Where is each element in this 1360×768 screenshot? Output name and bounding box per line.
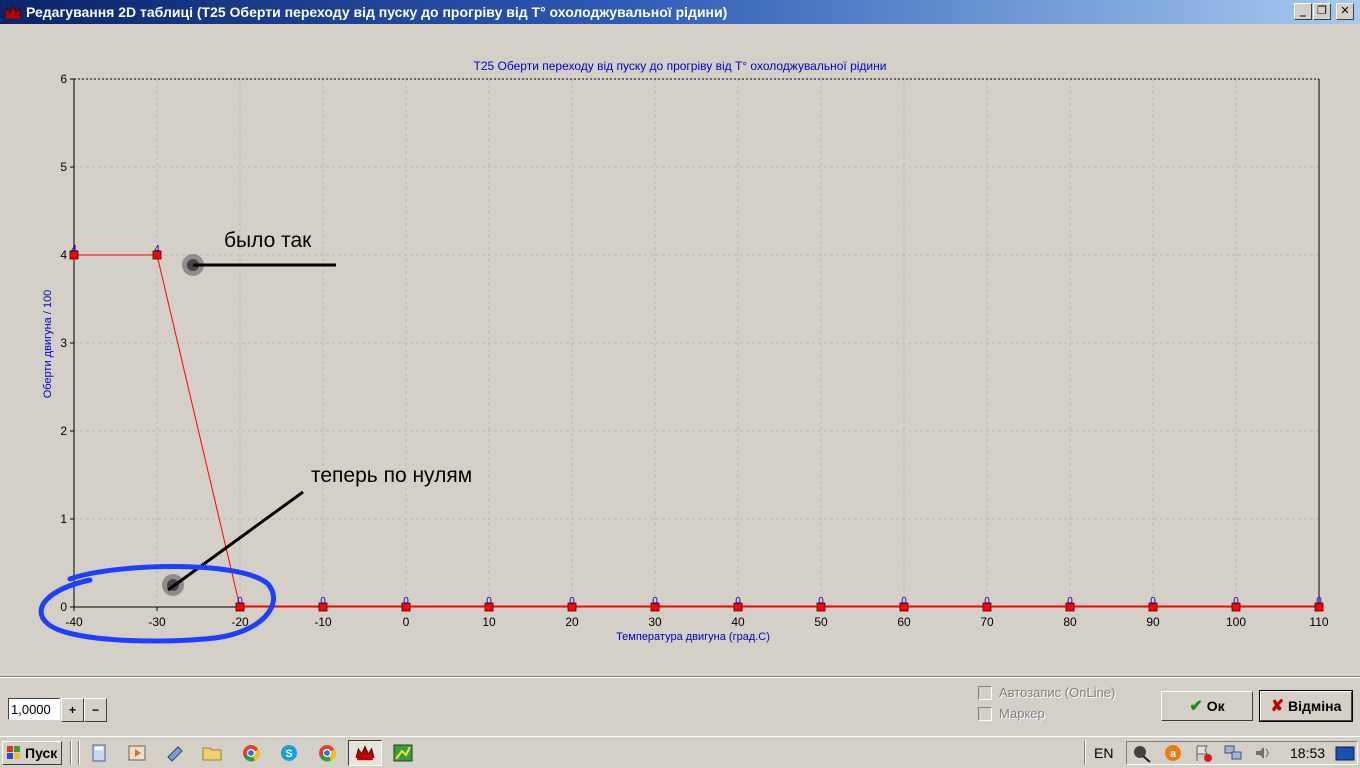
chrome-window-icon[interactable] [316, 743, 338, 763]
cancel-label: Відміна [1288, 698, 1342, 714]
x-axis-label: Температура двигуна (град.С) [616, 631, 770, 643]
data-label: 0 [1067, 596, 1073, 607]
svg-text:a: a [1170, 748, 1177, 760]
close-button[interactable]: ✕ [1336, 3, 1354, 20]
chrome-icon[interactable] [240, 743, 262, 763]
x-icon: ✘ [1270, 698, 1285, 715]
grid [74, 78, 1320, 607]
restore-button[interactable]: ❐ [1313, 3, 1331, 20]
x-tick-label: 110 [1309, 615, 1328, 629]
data-label: 0 [1233, 596, 1239, 607]
language-indicator[interactable]: EN [1094, 745, 1113, 761]
media-player-icon[interactable] [126, 743, 148, 763]
x-tick-label: 40 [731, 615, 745, 629]
checkmark-icon: ✔ [1189, 698, 1203, 715]
data-label: 0 [486, 596, 492, 607]
app-crown-icon [355, 745, 375, 761]
data-label: 0 [735, 596, 741, 607]
window-title: Редагування 2D таблиці (T25 Оберти перех… [26, 4, 728, 20]
chart-title: T25 Оберти переходу від пуску до прогрів… [474, 59, 887, 73]
ok-label: Ок [1206, 698, 1225, 714]
active-app-task[interactable] [348, 740, 382, 766]
folder-icon[interactable] [201, 743, 223, 763]
taskbar-separator [1084, 741, 1086, 765]
chart-area[interactable]: -40 -30 -20 -10 0 10 20 30 40 50 60 70 80 90 100 110 0 1 2… [0, 24, 1360, 674]
minimize-button[interactable]: _ [1294, 3, 1312, 20]
data-label: 0 [320, 596, 326, 607]
y-tick-label: 4 [60, 248, 67, 262]
data-label: 0 [403, 596, 409, 607]
x-tick-label: 20 [565, 615, 579, 629]
x-tick-label: 0 [403, 615, 410, 629]
map-app-icon[interactable] [392, 743, 414, 763]
x-tick-label: 30 [648, 615, 662, 629]
data-label: 0 [652, 596, 658, 607]
show-desktop-icon[interactable] [1334, 743, 1356, 763]
annotation-line-after [167, 490, 304, 592]
y-tick-label: 6 [60, 72, 67, 86]
svg-text:S: S [285, 748, 292, 760]
start-label: Пуск [25, 745, 58, 761]
step-input[interactable] [8, 698, 60, 720]
annotations: было так теперь по нулям [38, 229, 472, 644]
line-chart[interactable]: -40 -30 -20 -10 0 10 20 30 40 50 60 70 80 90 100 110012… [0, 24, 1360, 674]
y-tick-label: 2 [60, 424, 67, 438]
marker-label: Маркер [999, 706, 1045, 721]
data-label: 4 [154, 244, 160, 255]
windows-flag-icon [7, 746, 20, 759]
data-label: 0 [237, 596, 243, 607]
x-tick-label: 60 [897, 615, 911, 629]
x-tick-label: 80 [1063, 615, 1077, 629]
avast-icon[interactable]: a [1162, 743, 1184, 763]
y-tick-label: 3 [60, 336, 67, 350]
app-crown-icon [4, 4, 22, 19]
x-tick-label: -30 [148, 615, 166, 629]
shortcut-icon[interactable] [164, 743, 186, 763]
clock: 18:53 [1290, 745, 1326, 761]
taskbar-separator [70, 741, 72, 765]
data-label: 0 [1150, 596, 1156, 607]
increase-button[interactable]: + [61, 698, 84, 722]
volume-icon[interactable] [1252, 743, 1274, 763]
data-label: 0 [984, 596, 990, 607]
x-tick-label: 10 [482, 615, 496, 629]
annotation-before-text: было так [224, 229, 312, 252]
annotation-after-text: теперь по нулям [311, 464, 472, 487]
series [69, 250, 1324, 612]
start-button[interactable]: Пуск [2, 741, 62, 765]
y-tick-label: 5 [60, 160, 67, 174]
autosave-checkbox[interactable] [978, 686, 992, 700]
x-tick-label: -40 [65, 615, 83, 629]
flag-error-icon[interactable] [1192, 743, 1214, 763]
y-tick-label: 0 [60, 600, 67, 614]
data-label: 4 [71, 244, 77, 255]
data-label: 0 [818, 596, 824, 607]
marker-checkbox[interactable] [978, 707, 992, 721]
calculator-icon[interactable] [88, 743, 110, 763]
taskbar-separator [78, 741, 80, 765]
ok-button[interactable]: ✔ Ок [1161, 691, 1253, 721]
decrease-button[interactable]: − [84, 698, 107, 722]
data-label: 0 [1316, 596, 1322, 607]
x-tick-label: 70 [980, 615, 994, 629]
panel-separator [0, 676, 1360, 678]
cancel-button[interactable]: ✘ Відміна [1259, 690, 1353, 722]
skype-icon[interactable]: S [278, 743, 300, 763]
network-app-icon[interactable] [1131, 743, 1153, 763]
x-tick-label: 90 [1146, 615, 1160, 629]
x-tick-label: 100 [1226, 615, 1246, 629]
y-axis-label: Оберти двигуна / 100 [42, 290, 54, 399]
data-label: 0 [901, 596, 907, 607]
data-label: 0 [569, 596, 575, 607]
x-tick-label: -20 [231, 615, 249, 629]
x-tick-label: -10 [314, 615, 332, 629]
network-icon[interactable] [1222, 743, 1244, 763]
labels: -40 -30 -20 -10 0 10 20 30 40 50 60 70 80 90 100 110012… [60, 72, 1329, 629]
y-tick-label: 1 [60, 512, 67, 526]
taskbar: Пуск S EN a 18:53 [0, 736, 1360, 768]
title-bar[interactable]: Редагування 2D таблиці (T25 Оберти перех… [0, 0, 1360, 24]
autosave-label: Автозапис (OnLine) [999, 685, 1116, 700]
axes [70, 78, 1320, 611]
x-tick-label: 50 [814, 615, 828, 629]
